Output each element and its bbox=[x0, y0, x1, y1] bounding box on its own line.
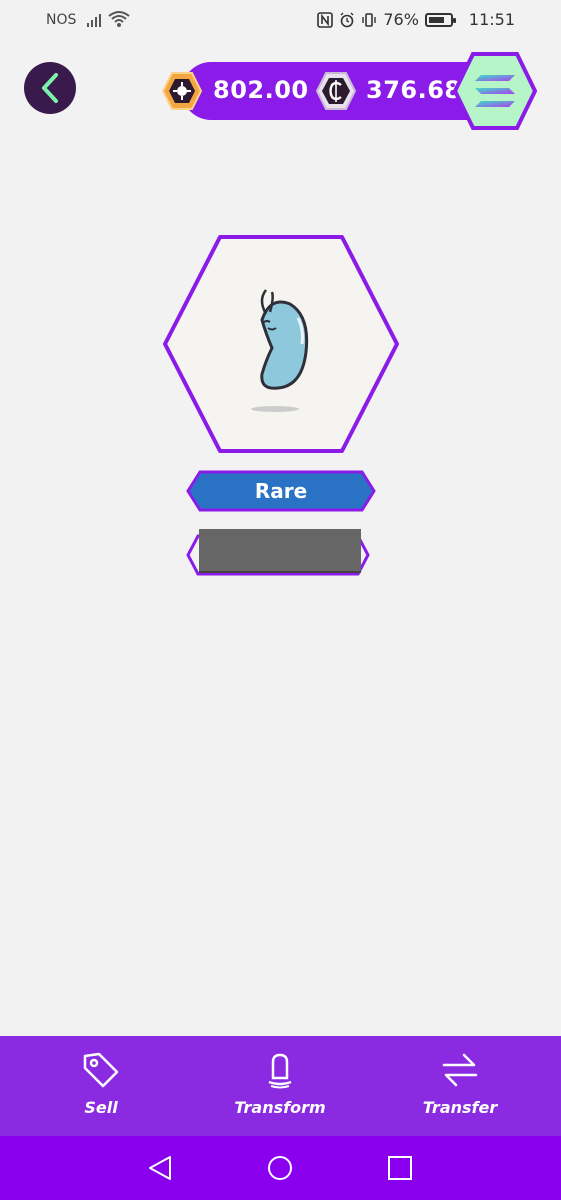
tag-icon bbox=[83, 1052, 119, 1088]
transfer-label: Transfer bbox=[422, 1098, 498, 1117]
rarity-label: Rare bbox=[254, 479, 308, 503]
back-button[interactable] bbox=[24, 62, 76, 114]
nft-image-frame bbox=[163, 235, 399, 453]
nfc-icon bbox=[317, 11, 334, 28]
nav-home-icon[interactable] bbox=[266, 1154, 294, 1182]
transfer-arrows-icon bbox=[442, 1053, 478, 1087]
credit-coin-icon bbox=[316, 72, 356, 110]
sell-label: Sell bbox=[84, 1098, 118, 1117]
gem-balance: 802.00 bbox=[213, 76, 309, 104]
battery-percent: 76% bbox=[383, 10, 419, 29]
nav-back-icon[interactable] bbox=[146, 1154, 174, 1182]
wifi-icon bbox=[108, 11, 130, 27]
status-right: 76% 11:51 bbox=[317, 10, 515, 29]
carrier-label: NOS bbox=[46, 12, 77, 28]
action-bar: Sell Transform Transfer bbox=[0, 1036, 561, 1136]
transform-label: Transform bbox=[234, 1098, 326, 1117]
capsule-icon bbox=[268, 1053, 292, 1089]
credit-balance: 376.68 bbox=[366, 76, 462, 104]
signal-icon bbox=[87, 14, 101, 27]
sell-button[interactable]: Sell bbox=[26, 1036, 176, 1136]
transfer-button[interactable]: Transfer bbox=[385, 1036, 535, 1136]
battery-icon bbox=[424, 12, 456, 27]
nav-recents-icon[interactable] bbox=[386, 1154, 414, 1182]
chevron-left-icon bbox=[42, 73, 58, 103]
clock: 11:51 bbox=[468, 10, 515, 29]
alarm-icon bbox=[340, 12, 354, 27]
vibrate-icon bbox=[362, 12, 377, 27]
solana-icon[interactable] bbox=[453, 51, 537, 131]
system-nav-bar bbox=[0, 1136, 561, 1200]
gem-coin-icon bbox=[162, 72, 202, 110]
nft-name-redacted bbox=[199, 529, 361, 573]
transform-button[interactable]: Transform bbox=[205, 1036, 355, 1136]
status-bar: NOS 76% 11:51 bbox=[0, 0, 561, 44]
